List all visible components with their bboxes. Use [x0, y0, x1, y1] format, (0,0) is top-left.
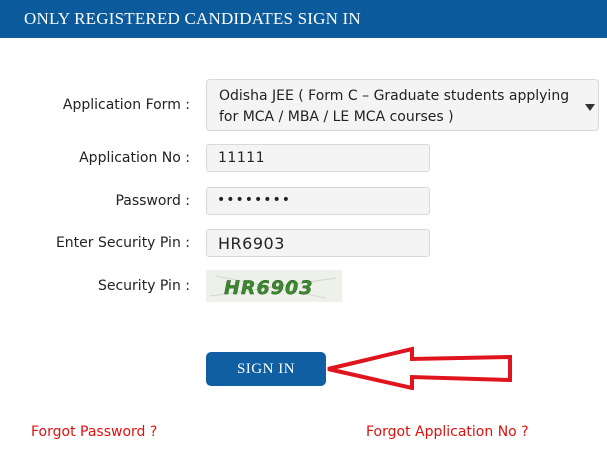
forgot-password-link[interactable]: Forgot Password ?	[31, 424, 157, 440]
application-form-label: Application Form :	[62, 97, 190, 113]
application-form-selected-value: Odisha JEE ( Form C – Graduate students …	[219, 88, 570, 125]
captcha-text: HR6903	[224, 277, 313, 299]
security-pin-input[interactable]: HR6903	[206, 229, 430, 257]
security-pin-value: HR6903	[218, 234, 285, 253]
password-input[interactable]: ••••••••	[206, 187, 430, 215]
password-label: Password :	[115, 193, 190, 209]
page-title: ONLY REGISTERED CANDIDATES SIGN IN	[24, 9, 361, 28]
header-bar: ONLY REGISTERED CANDIDATES SIGN IN	[0, 0, 607, 38]
captcha-graphic: HR6903	[209, 275, 337, 299]
security-pin-label: Security Pin :	[97, 278, 190, 294]
dropdown-arrow-icon[interactable]	[585, 104, 595, 111]
application-no-label: Application No :	[79, 150, 190, 166]
red-pointer-arrow-icon	[327, 346, 512, 390]
enter-security-pin-label: Enter Security Pin :	[55, 235, 190, 251]
sign-in-button[interactable]: SIGN IN	[206, 352, 326, 386]
captcha-image: HR6903	[206, 270, 342, 302]
application-no-value: 11111	[218, 150, 266, 166]
password-masked-value: ••••••••	[217, 192, 292, 208]
sign-in-page: ONLY REGISTERED CANDIDATES SIGN IN Appli…	[0, 0, 607, 452]
forgot-application-no-link[interactable]: Forgot Application No ?	[366, 424, 529, 440]
application-no-input[interactable]: 11111	[206, 144, 430, 172]
application-form-select[interactable]: Odisha JEE ( Form C – Graduate students …	[206, 79, 599, 131]
